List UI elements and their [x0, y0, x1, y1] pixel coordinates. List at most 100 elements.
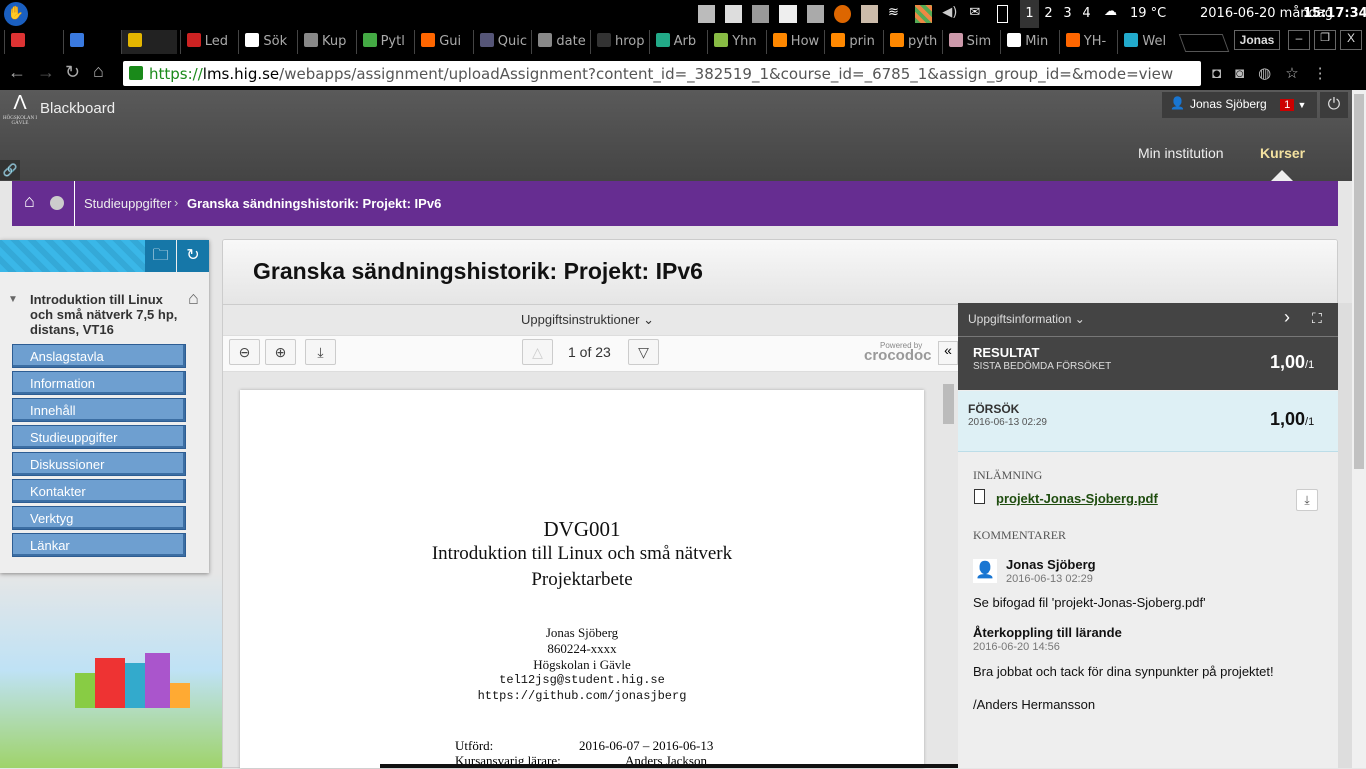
tab-label: date [556, 34, 586, 49]
course-home-icon[interactable]: ⌂ [188, 288, 199, 309]
course-menu-item[interactable]: Länkar [12, 533, 186, 557]
browser-tab[interactable]: Pytl [355, 30, 412, 54]
tray-icon[interactable] [833, 5, 851, 23]
browser-tab[interactable]: Sim [941, 30, 998, 54]
doc-title: Introduktion till Linux och små nätverk [431, 543, 733, 564]
volume-icon[interactable]: ◀) [942, 5, 959, 23]
browser-tab[interactable]: Yhn [707, 30, 763, 54]
browser-tab[interactable]: YH- [1058, 30, 1115, 54]
browser-tab[interactable] [4, 30, 60, 54]
browser-tab[interactable]: How [765, 30, 822, 54]
course-menu-item[interactable]: Kontakter [12, 479, 186, 503]
browser-tab-bar: Led Sök Kup Pytl Gui Quic date hrop Arb Yhn How pri… [0, 28, 1366, 56]
browser-tab[interactable]: Sök [238, 30, 294, 54]
collapse-arrow-icon[interactable]: ▼ [8, 294, 18, 305]
extension-icons[interactable]: ◘◙◍☆⋮ [1212, 64, 1342, 82]
tray-icon[interactable] [698, 5, 716, 23]
url-input[interactable]: https://lms.hig.se/webapps/assignment/up… [123, 61, 1201, 86]
breadcrumb-parent[interactable]: Studieuppgifter [84, 196, 171, 211]
instructions-toggle[interactable]: Uppgiftsinstruktioner ⌄ [521, 312, 654, 328]
tab-label: pyth [908, 34, 938, 49]
chevron-down-icon: ⌄ [643, 312, 655, 327]
start-menu-icon[interactable]: ✋ [4, 2, 28, 26]
browser-tab[interactable]: Wel [1117, 30, 1173, 54]
download-button[interactable]: ⤓ [305, 339, 336, 365]
comments-label: KOMMENTARER [973, 528, 1067, 542]
browser-tab[interactable]: Min [1000, 30, 1056, 54]
nav-min-institution[interactable]: Min institution [1138, 145, 1224, 161]
link-icon[interactable]: 🔗 [0, 160, 20, 180]
weather-temp: 19 °C [1130, 6, 1167, 21]
workspace-2[interactable]: 2 [1039, 0, 1058, 28]
attempt-score: 1,00/1 [1270, 409, 1314, 430]
course-menu-item[interactable]: Information [12, 371, 186, 395]
course-menu-item[interactable]: Innehåll [12, 398, 186, 422]
forward-icon[interactable]: → [37, 62, 55, 83]
workspace-3[interactable]: 3 [1058, 0, 1077, 28]
refresh-button[interactable]: ↻ [177, 240, 209, 272]
nav-kurser[interactable]: Kurser [1260, 145, 1305, 161]
browser-tab[interactable]: Gui [414, 30, 470, 54]
browser-tab[interactable]: pyth [883, 30, 939, 54]
next-page-button[interactable]: ▽ [628, 339, 659, 365]
viewer-scrollbar[interactable] [943, 384, 954, 424]
home-icon[interactable]: ⌂ [93, 61, 104, 82]
tray-icon[interactable] [860, 5, 878, 23]
collapse-panel-button[interactable]: « [938, 341, 958, 365]
course-menu-item[interactable]: Diskussioner [12, 452, 186, 476]
favicon-icon [245, 33, 260, 47]
info-panel-toggle[interactable]: Uppgiftsinformation ⌄ [968, 312, 1085, 326]
zoom-out-button[interactable]: ⊖ [229, 339, 260, 365]
browser-tab[interactable]: Quic [472, 30, 529, 54]
browser-tab[interactable]: prin [824, 30, 880, 54]
mail-icon[interactable]: ✉ [969, 5, 986, 23]
close-window-button[interactable]: X [1340, 30, 1362, 50]
browser-tab[interactable]: Arb [648, 30, 705, 54]
score: 1,00 [1270, 409, 1306, 429]
browser-tab[interactable]: Led [179, 30, 236, 54]
browser-profile-button[interactable]: Jonas [1234, 30, 1280, 50]
tray-icon[interactable] [915, 5, 933, 23]
home-icon[interactable]: ⌂ [24, 191, 35, 212]
browser-tab[interactable]: Kup [297, 30, 353, 54]
new-tab-button[interactable] [1178, 34, 1230, 52]
course-title[interactable]: Introduktion till Linux och små nätverk … [30, 292, 180, 337]
zoom-in-button[interactable]: ⊕ [265, 339, 296, 365]
prev-page-button[interactable]: △ [522, 339, 553, 365]
wifi-icon[interactable]: ≋ [888, 5, 905, 23]
workspace-1[interactable]: 1 [1020, 0, 1039, 28]
browser-tab[interactable] [121, 30, 178, 54]
course-menu-item[interactable]: Studieuppgifter [12, 425, 186, 449]
folder-view-button[interactable]: 🗀 [145, 240, 176, 272]
doc-email: tel12jsg@student.hig.se [499, 673, 665, 687]
user-menu[interactable]: 👤 Jonas Sjöberg 1 ▼ [1162, 92, 1317, 118]
favicon-icon [186, 33, 201, 47]
crocodoc-logo: crocodoc [864, 347, 932, 364]
reload-icon[interactable]: ↻ [65, 62, 80, 83]
restore-button[interactable]: ❐ [1314, 30, 1336, 50]
submission-file-link[interactable]: projekt-Jonas-Sjoberg.pdf [996, 491, 1158, 506]
logout-button[interactable]: ⏻ [1320, 92, 1348, 118]
chevron-right-icon[interactable]: › [1284, 307, 1290, 328]
expand-icon[interactable]: ⛶ [1312, 310, 1322, 327]
page-scrollbar[interactable] [1352, 90, 1366, 768]
battery-icon [996, 5, 1009, 23]
dropbox-icon[interactable] [779, 5, 797, 23]
back-icon[interactable]: ← [8, 62, 26, 83]
tray-icon[interactable] [806, 5, 824, 23]
course-menu-item[interactable]: Verktyg [12, 506, 186, 530]
download-file-button[interactable]: ⤓ [1296, 489, 1318, 511]
browser-tab[interactable]: date [531, 30, 587, 54]
notification-badge[interactable]: 1 [1280, 99, 1295, 111]
minimize-button[interactable]: – [1288, 30, 1310, 50]
tab-label: Sim [966, 34, 992, 49]
course-menu-item[interactable]: Anslagstavla [12, 344, 186, 368]
tray-icon[interactable] [752, 5, 770, 23]
favicon-icon [948, 33, 963, 47]
browser-tab[interactable] [62, 30, 119, 54]
workspace-4[interactable]: 4 [1077, 0, 1096, 28]
tab-label: Sök [263, 34, 288, 49]
browser-tab[interactable]: hrop [590, 30, 646, 54]
course-menu-toggle[interactable] [50, 196, 64, 210]
tray-icon[interactable] [725, 5, 743, 23]
